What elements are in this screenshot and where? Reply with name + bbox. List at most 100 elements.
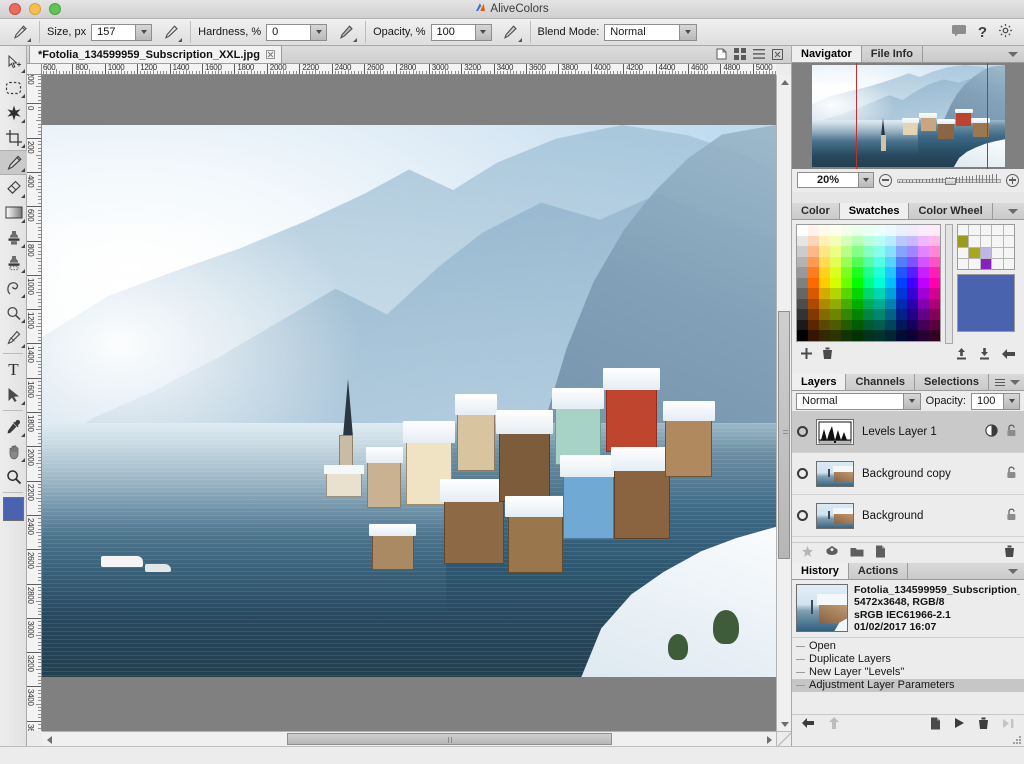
swatch-cell[interactable] [896, 320, 907, 331]
swatch-grid[interactable] [796, 224, 941, 342]
size-input[interactable] [92, 25, 135, 40]
swatch-cell[interactable] [896, 257, 907, 268]
swatch-cell[interactable] [852, 288, 863, 299]
swatch-cell[interactable] [863, 246, 874, 257]
swatch-cell[interactable] [885, 320, 896, 331]
swatch-cell[interactable] [863, 225, 874, 236]
recent-swatch-cell[interactable] [969, 248, 979, 258]
lock-icon[interactable] [1006, 424, 1017, 440]
swatch-cell[interactable] [808, 299, 819, 310]
swatch-cell[interactable] [885, 225, 896, 236]
history-step[interactable]: New Layer "Levels" [792, 666, 1024, 679]
history-step[interactable]: Adjustment Layer Parameters [792, 679, 1024, 692]
foreground-color-swatch[interactable] [3, 497, 24, 521]
zoom-tool[interactable] [0, 464, 27, 489]
hardness-dropdown-arrow[interactable] [310, 25, 326, 40]
hardness-stepper[interactable] [266, 24, 327, 41]
adjustment-icon[interactable] [985, 424, 998, 440]
swatch-cell[interactable] [841, 320, 852, 331]
swatch-cell[interactable] [863, 288, 874, 299]
zoom-slider[interactable] [897, 175, 1001, 186]
recent-swatch-cell[interactable] [992, 248, 1002, 258]
recent-swatches[interactable] [957, 224, 1015, 270]
swatch-cell[interactable] [885, 236, 896, 247]
smudge-tool[interactable] [0, 325, 27, 350]
layer-thumbnail[interactable] [816, 419, 854, 445]
swatch-cell[interactable] [852, 225, 863, 236]
load-swatches-icon[interactable] [955, 347, 968, 363]
swatch-cell[interactable] [808, 320, 819, 331]
text-tool[interactable]: T [0, 357, 27, 382]
recent-swatch-cell[interactable] [1004, 259, 1014, 269]
swatch-cell[interactable] [819, 288, 830, 299]
recent-swatch-cell[interactable] [981, 248, 991, 258]
swatch-cell[interactable] [830, 267, 841, 278]
swatch-cell[interactable] [929, 278, 940, 289]
layer-row-levels[interactable]: Levels Layer 1 [792, 411, 1024, 453]
zoom-level-field[interactable]: 20% [797, 172, 859, 188]
save-swatches-icon[interactable] [978, 347, 991, 363]
recent-swatch-cell[interactable] [958, 248, 968, 258]
swatch-cell[interactable] [808, 225, 819, 236]
swatch-cell[interactable] [841, 288, 852, 299]
swatch-cell[interactable] [918, 246, 929, 257]
zoom-in-icon[interactable] [1006, 174, 1019, 187]
recent-swatch-cell[interactable] [969, 236, 979, 246]
recent-swatch-cell[interactable] [1004, 248, 1014, 258]
recent-swatch-cell[interactable] [981, 225, 991, 235]
close-tab-icon[interactable] [266, 50, 275, 59]
swatch-cell[interactable] [852, 267, 863, 278]
new-snapshot-icon[interactable] [930, 717, 941, 733]
hardness-brush-icon[interactable] [332, 21, 358, 43]
tab-actions[interactable]: Actions [849, 563, 908, 579]
panel-menu-icon[interactable] [1008, 209, 1018, 214]
size-dropdown-arrow[interactable] [135, 25, 151, 40]
brush-tool[interactable] [0, 150, 27, 175]
swatch-cell[interactable] [797, 330, 808, 341]
swatch-cell[interactable] [929, 288, 940, 299]
scroll-right-arrow[interactable] [762, 732, 776, 747]
vertical-ruler[interactable]: 2000200400600800100012001400160018002000… [27, 75, 42, 731]
zoom-out-icon[interactable] [879, 174, 892, 187]
swatch-cell[interactable] [852, 246, 863, 257]
swatch-cell[interactable] [852, 320, 863, 331]
magic-wand-tool[interactable] [0, 100, 27, 125]
recent-swatch-cell[interactable] [992, 236, 1002, 246]
swatch-cell[interactable] [885, 288, 896, 299]
opacity-input[interactable] [432, 25, 475, 40]
swatch-cell[interactable] [918, 299, 929, 310]
delete-layer-icon[interactable] [1004, 545, 1015, 561]
swatch-cell[interactable] [907, 267, 918, 278]
history-step[interactable]: Duplicate Layers [792, 653, 1024, 666]
swatch-cell[interactable] [841, 299, 852, 310]
swatch-cell[interactable] [841, 225, 852, 236]
history-step[interactable]: Open [792, 640, 1024, 653]
layer-visibility-toggle[interactable] [797, 426, 808, 437]
hardness-input[interactable] [267, 25, 310, 40]
panel-menu-icon[interactable] [1010, 380, 1020, 385]
swatch-cell[interactable] [830, 299, 841, 310]
adjustment-layer-icon[interactable] [825, 545, 839, 561]
back-icon[interactable] [1001, 348, 1016, 363]
swatch-cell[interactable] [874, 320, 885, 331]
swatch-cell[interactable] [863, 309, 874, 320]
swatch-cell[interactable] [929, 257, 940, 268]
swatch-cell[interactable] [896, 246, 907, 257]
swatch-cell[interactable] [830, 236, 841, 247]
swatch-cell[interactable] [885, 278, 896, 289]
swatch-cell[interactable] [808, 278, 819, 289]
swatch-cell[interactable] [797, 257, 808, 268]
swatch-cell[interactable] [874, 267, 885, 278]
hand-tool[interactable] [0, 439, 27, 464]
swatch-cell[interactable] [830, 330, 841, 341]
undo-icon[interactable] [801, 717, 815, 732]
swatch-cell[interactable] [819, 320, 830, 331]
swatch-cell[interactable] [808, 288, 819, 299]
opacity-brush-icon[interactable] [497, 21, 523, 43]
list-view-icon[interactable] [753, 49, 765, 62]
scroll-down-arrow[interactable] [777, 717, 792, 731]
scroll-left-arrow[interactable] [42, 732, 56, 747]
horizontal-ruler[interactable]: 6008001000120014001600180020002200240026… [42, 64, 776, 75]
layer-row-background[interactable]: Background [792, 495, 1024, 537]
eraser-tool[interactable] [0, 175, 27, 200]
